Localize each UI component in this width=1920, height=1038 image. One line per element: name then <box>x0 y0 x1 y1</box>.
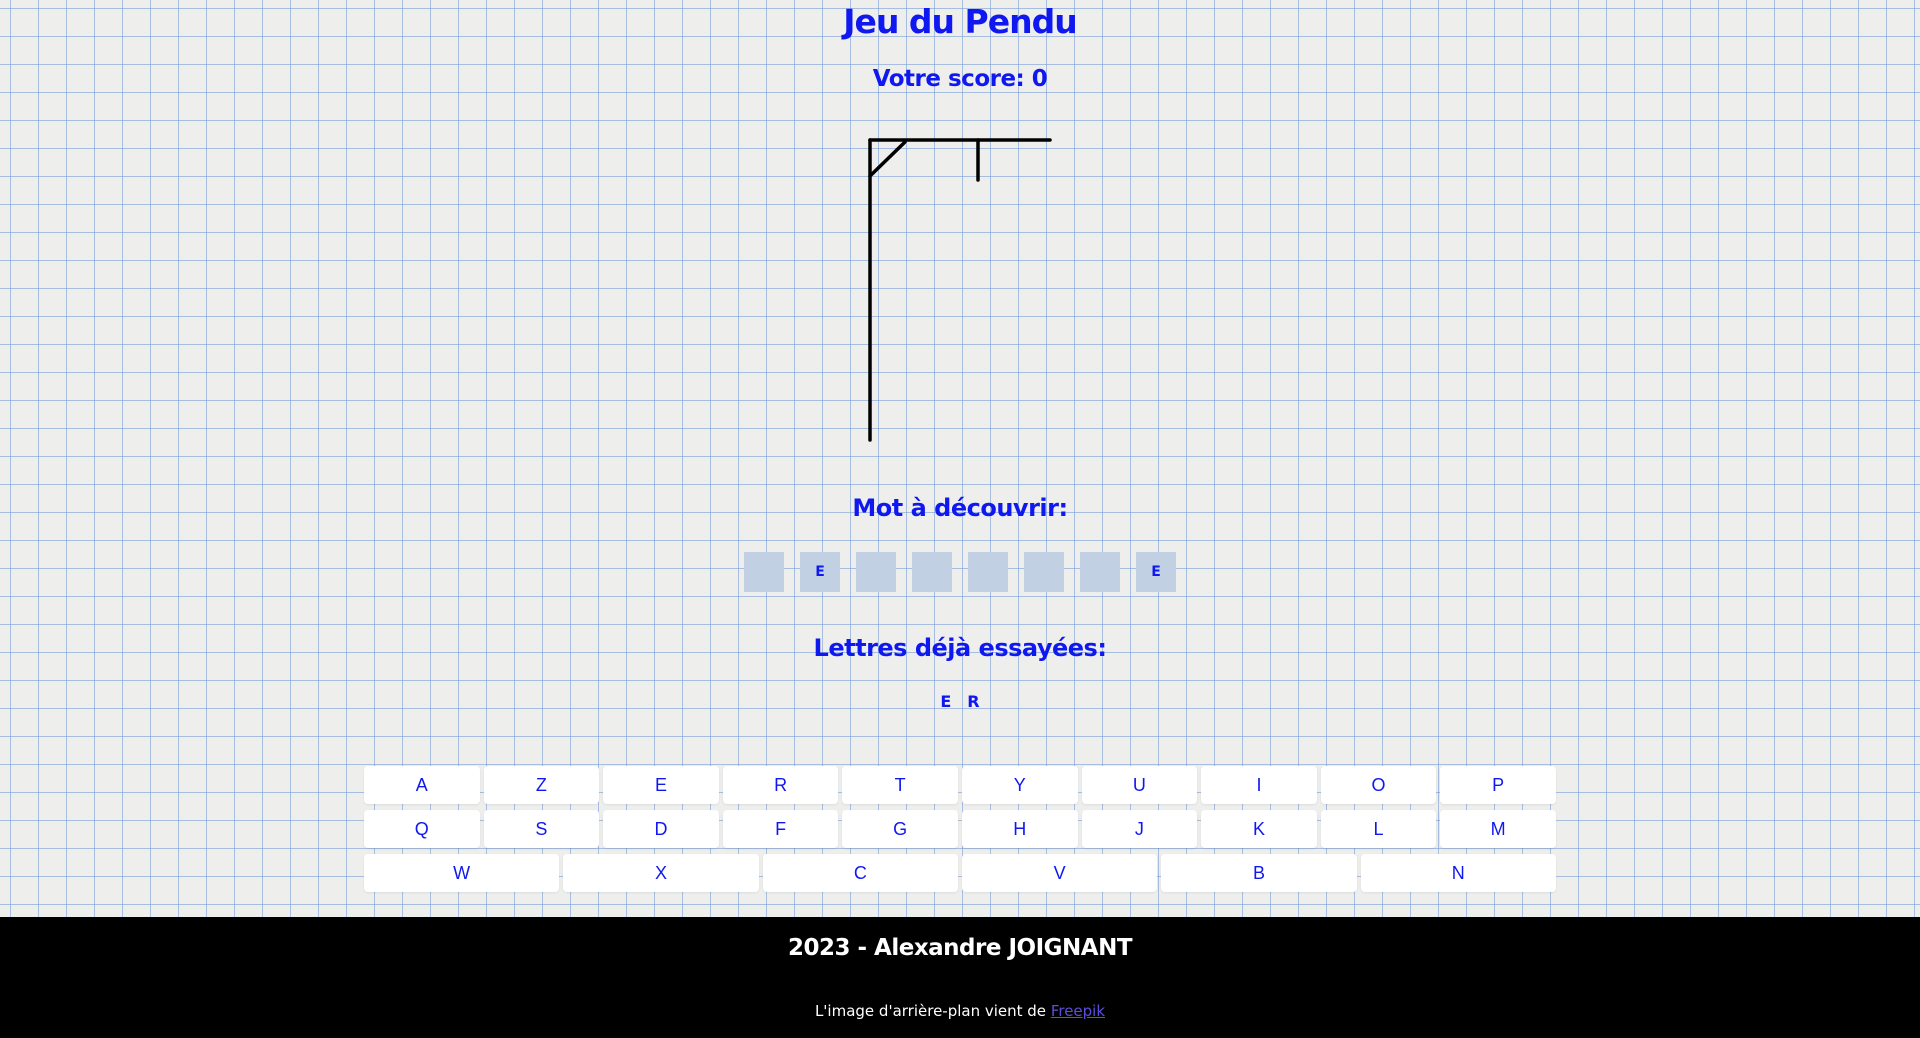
tried-letter: E <box>940 692 952 711</box>
key-w-button[interactable]: W <box>364 854 560 892</box>
key-h-button[interactable]: H <box>961 810 1078 848</box>
key-f-button[interactable]: F <box>722 810 839 848</box>
keyboard-row: QSDFGHJKLM <box>364 810 1556 848</box>
key-a-button[interactable]: A <box>364 766 480 804</box>
word-section-title: Mot à découvrir: <box>852 494 1068 522</box>
key-l-button[interactable]: L <box>1320 810 1437 848</box>
tried-letters-title: Lettres déjà essayées: <box>813 634 1107 662</box>
hangman-gallows-drawing <box>868 138 1052 442</box>
footer-credit: 2023 - Alexandre JOIGNANT <box>787 935 1133 961</box>
freepik-link[interactable]: Freepik <box>1051 1002 1105 1020</box>
letter-slot: E <box>800 552 840 592</box>
score-label: Votre score: 0 <box>872 66 1048 92</box>
key-z-button[interactable]: Z <box>483 766 600 804</box>
key-v-button[interactable]: V <box>961 854 1158 892</box>
key-j-button[interactable]: J <box>1081 810 1198 848</box>
key-i-button[interactable]: I <box>1201 766 1317 804</box>
keyboard-row: WXCVBN <box>364 854 1556 892</box>
key-r-button[interactable]: R <box>722 766 839 804</box>
key-c-button[interactable]: C <box>762 854 958 892</box>
key-b-button[interactable]: B <box>1161 854 1357 892</box>
letter-slot <box>1024 552 1064 592</box>
page-title: Jeu du Pendu <box>843 2 1077 41</box>
background-credit: L'image d'arrière-plan vient de Freepik <box>0 1002 1920 1020</box>
tried-letters: ER <box>0 692 1920 711</box>
letter-slot <box>968 552 1008 592</box>
key-n-button[interactable]: N <box>1360 854 1556 892</box>
background-credit-text: L'image d'arrière-plan vient de <box>814 1002 1047 1020</box>
key-y-button[interactable]: Y <box>961 766 1078 804</box>
letter-keyboard: AZERTYUIOP QSDFGHJKLM WXCVBN <box>364 766 1556 898</box>
key-g-button[interactable]: G <box>842 810 958 848</box>
letter-slot: E <box>1136 552 1176 592</box>
key-m-button[interactable]: M <box>1440 810 1556 848</box>
key-o-button[interactable]: O <box>1320 766 1437 804</box>
tried-letter: R <box>967 692 980 711</box>
key-d-button[interactable]: D <box>603 810 719 848</box>
letter-slot <box>912 552 952 592</box>
gallows-brace <box>868 140 907 178</box>
key-s-button[interactable]: S <box>483 810 600 848</box>
word-to-guess: EE <box>0 552 1920 592</box>
keyboard-row: AZERTYUIOP <box>364 766 1556 804</box>
letter-slot <box>1080 552 1120 592</box>
letter-slot <box>744 552 784 592</box>
key-u-button[interactable]: U <box>1081 766 1198 804</box>
game-area: Jeu du Pendu Votre score: 0 Mot à découv… <box>0 0 1920 917</box>
key-x-button[interactable]: X <box>563 854 759 892</box>
key-p-button[interactable]: P <box>1440 766 1556 804</box>
key-q-button[interactable]: Q <box>364 810 480 848</box>
footer: 2023 - Alexandre JOIGNANT L'image d'arri… <box>0 917 1920 1038</box>
key-t-button[interactable]: T <box>842 766 958 804</box>
key-e-button[interactable]: E <box>603 766 719 804</box>
key-k-button[interactable]: K <box>1201 810 1317 848</box>
letter-slot <box>856 552 896 592</box>
